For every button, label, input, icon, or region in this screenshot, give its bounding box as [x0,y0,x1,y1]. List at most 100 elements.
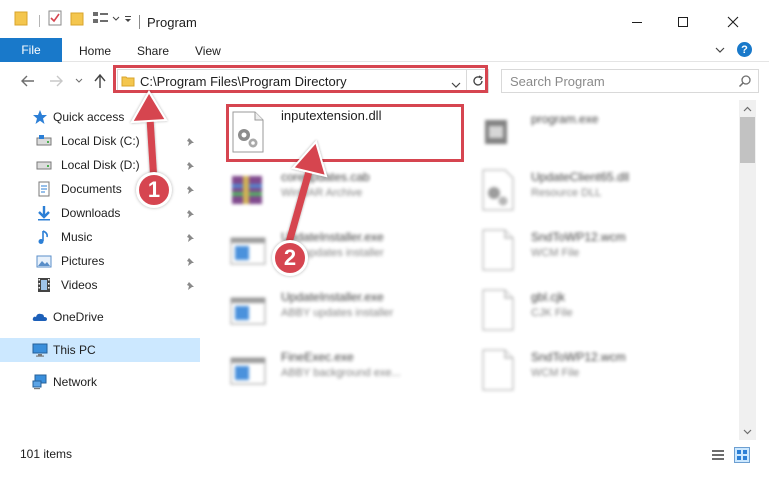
file-type: ABBY background exe... [281,367,401,379]
documents-icon [36,181,52,197]
chevron-up-icon [743,106,752,111]
folder-icon[interactable] [14,10,28,26]
title-bar: Program [0,0,769,38]
tab-home[interactable]: Home [79,44,111,58]
nav-label: Local Disk (C:) [61,134,140,148]
maximize-button[interactable] [660,8,706,36]
pin-icon[interactable] [186,256,196,266]
file-item[interactable]: FineExec.exe ABBY background exe... [229,342,469,398]
maximize-icon [678,17,688,27]
pin-icon[interactable] [186,136,196,146]
search-box[interactable]: Search Program [501,69,759,93]
arrow-up-icon [94,73,106,88]
up-button[interactable] [92,73,108,89]
nav-item-music[interactable]: Music [0,225,200,249]
downloads-icon [36,205,52,221]
file-item[interactable]: coreupdates.cab WinRAR Archive [229,162,469,218]
file-name: FineExec.exe [281,350,354,364]
tab-file[interactable]: File [0,38,62,62]
file-type: WCM File [531,247,580,259]
nav-item-network[interactable]: Network [0,370,200,394]
file-item[interactable]: SndToWP12.wcm WCM File [479,342,719,398]
file-name: UpdateInstaller.exe [281,290,384,304]
nav-label: Local Disk (D:) [61,158,140,172]
address-bar[interactable]: C:\Program Files\Program Directory [117,69,467,93]
window-bottom-edge [0,466,769,481]
pin-icon[interactable] [186,208,196,218]
nav-label: Downloads [61,206,121,220]
file-name: SndToWP12.wcm [531,350,626,364]
step-badge-1: 1 [136,172,172,208]
file-item[interactable]: UpdateClient65.dll Resource DLL [479,162,719,218]
customize-toolbar-icon[interactable] [124,14,132,24]
nav-quick-access[interactable]: Quick access [0,105,200,129]
scroll-thumb[interactable] [740,117,755,163]
file-item[interactable]: UpdateInstaller.exe ABBY updates install… [229,282,469,338]
file-item[interactable]: gbl.cjk CJK File [479,282,719,338]
item-count: 101 items [20,447,73,461]
new-folder-icon[interactable] [70,10,84,26]
nav-label: OneDrive [53,310,104,324]
forward-button[interactable] [48,73,64,89]
nav-item-videos[interactable]: Videos [0,273,200,297]
nav-label: Network [53,375,98,389]
address-path[interactable]: C:\Program Files\Program Directory [140,74,347,89]
vertical-scrollbar[interactable] [739,100,756,440]
nav-item-onedrive[interactable]: OneDrive [0,305,200,329]
pin-icon[interactable] [186,232,196,242]
blank-file-icon [479,228,519,272]
tab-view[interactable]: View [195,44,221,58]
nav-item-pictures[interactable]: Pictures [0,249,200,273]
pin-icon[interactable] [186,280,196,290]
winrar-icon [229,168,269,212]
nav-label: Documents [61,182,122,196]
drive-icon [36,133,52,149]
close-button[interactable] [710,8,756,36]
tab-share[interactable]: Share [137,44,169,58]
chevron-down-icon [743,429,752,434]
nav-item-this-pc[interactable]: This PC [0,338,200,362]
search-icon [738,74,752,88]
folder-icon [121,74,135,88]
search-input[interactable]: Search Program [510,74,605,89]
chevron-down-icon [75,78,83,83]
arrow-left-icon [21,75,34,87]
help-icon[interactable]: ? [737,42,752,57]
details-view-icon[interactable] [711,448,725,462]
scroll-up-button[interactable] [739,100,756,117]
file-name: gbl.cjk [531,290,566,304]
file-item[interactable]: program.exe [479,104,719,160]
window-icon [229,228,269,272]
nav-item-local-disk-c[interactable]: Local Disk (C:) [0,129,200,153]
pin-icon[interactable] [186,160,196,170]
cloud-icon [32,309,48,325]
refresh-button[interactable] [467,69,489,93]
recent-locations-button[interactable] [74,73,84,89]
chevron-down-icon[interactable] [112,14,120,24]
arrow-right-icon [50,75,63,87]
nav-label: Music [61,230,93,244]
file-type: WinRAR Archive [281,187,363,199]
back-button[interactable] [20,73,36,89]
computer-icon [32,342,48,358]
file-type: ABBY updates installer [281,307,394,319]
close-icon [727,16,739,28]
minimize-button[interactable] [614,8,660,36]
properties-icon[interactable] [48,10,62,26]
chevron-down-icon[interactable] [451,78,461,88]
file-item[interactable]: UpdateInstaller.exe Sap updates installe… [229,222,469,278]
nav-item-downloads[interactable]: Downloads [0,201,200,225]
window-icon [229,348,269,392]
address-row: C:\Program Files\Program Directory Searc… [0,63,769,99]
tiles-view-icon[interactable] [734,447,750,463]
nav-item-local-disk-d[interactable]: Local Disk (D:) [0,153,200,177]
blank-file-icon [479,288,519,332]
toolbar-divider [39,15,40,27]
expand-ribbon-icon[interactable] [714,44,726,56]
view-options-icon[interactable] [92,10,110,26]
file-item[interactable]: SndToWP12.wcm WCM File [479,222,719,278]
scroll-down-button[interactable] [739,423,756,440]
file-item[interactable]: inputextension.dll [229,104,469,160]
title-divider [139,15,140,29]
pin-icon[interactable] [186,184,196,194]
